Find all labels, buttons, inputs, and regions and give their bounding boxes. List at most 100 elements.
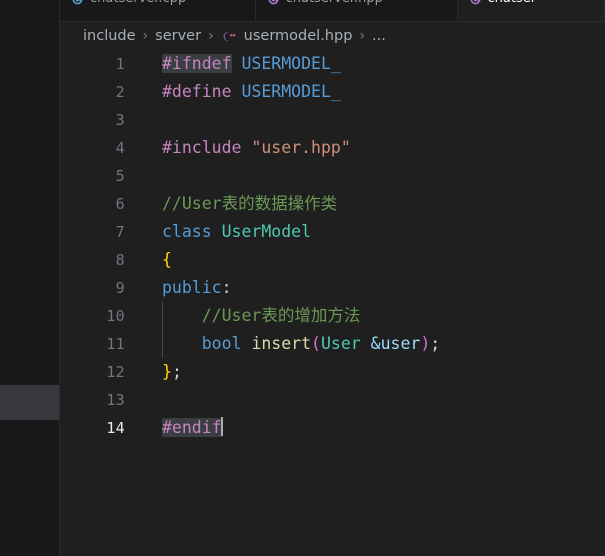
line-text: };	[162, 358, 605, 386]
code-token: ;	[171, 362, 182, 381]
code-token: //User表的增加方法	[162, 306, 361, 325]
line-text: public:	[162, 274, 605, 302]
line-text: //User表的增加方法	[162, 302, 605, 330]
line-number: 8	[115, 251, 125, 269]
code-token: #define	[162, 82, 232, 101]
line-number: 2	[115, 83, 125, 101]
line-number: 3	[115, 111, 125, 129]
breadcrumb-item-label: server	[155, 28, 202, 44]
line-number: 1	[115, 55, 125, 73]
code-token: class	[162, 222, 212, 241]
line-number: 9	[115, 279, 125, 297]
cpp-file-icon	[268, 0, 279, 5]
vscode-window: chatserver.cpp chatserver.hpp chatser incl…	[0, 0, 605, 556]
code-line[interactable]: 14 #endif	[61, 414, 605, 442]
code-line[interactable]: 13	[61, 386, 605, 414]
cpp-file-icon	[470, 0, 480, 5]
code-line[interactable]: 6 //User表的数据操作类	[61, 190, 605, 218]
breadcrumb-item-label: ...	[372, 28, 386, 44]
line-text	[162, 106, 605, 134]
code-line[interactable]: 11 bool insert(User &user);	[61, 330, 605, 358]
code-token: USERMODEL_	[241, 82, 341, 101]
code-token: &user	[370, 334, 421, 353]
breadcrumb-separator: ›	[359, 28, 366, 44]
code-token: USERMODEL_	[241, 54, 341, 73]
line-number: 4	[115, 139, 125, 157]
tab-label: chatser	[488, 0, 537, 10]
line-number: 10	[106, 307, 125, 325]
code-line[interactable]: 9 public:	[61, 274, 605, 302]
line-text: {	[162, 246, 605, 274]
code-line[interactable]: 7 class UserModel	[61, 218, 605, 246]
editor-tab-2[interactable]: chatser	[457, 0, 605, 21]
breadcrumb-item-0[interactable]: include	[83, 28, 136, 44]
line-number: 12	[106, 363, 125, 381]
line-text: #endif	[162, 414, 605, 442]
tab-label: chatserver.hpp	[286, 0, 383, 10]
breadcrumb: include › server › usermodel.hpp ›...	[61, 22, 605, 50]
breadcrumb-item-label: include	[83, 28, 136, 44]
line-text	[162, 162, 605, 190]
code-line[interactable]: 12};	[61, 358, 605, 386]
text-cursor	[220, 417, 223, 436]
code-token: UserModel	[221, 222, 312, 241]
line-text: #ifndef USERMODEL_	[162, 50, 605, 78]
code-token: bool	[201, 334, 242, 353]
code-token: "user.hpp"	[251, 138, 351, 157]
line-number: 14	[106, 419, 125, 437]
breadcrumb-separator: ›	[142, 28, 149, 44]
code-line[interactable]: 1 #ifndef USERMODEL_	[61, 50, 605, 78]
line-text: //User表的数据操作类	[162, 190, 605, 218]
line-text: bool insert(User &user);	[162, 330, 605, 358]
code-line[interactable]: 8{	[61, 246, 605, 274]
code-token: //User表的数据操作类	[162, 194, 338, 213]
cpp-language-icon	[223, 31, 236, 41]
code-line[interactable]: 4 #include "user.hpp"	[61, 134, 605, 162]
line-text: class UserModel	[162, 218, 605, 246]
line-number: 7	[115, 223, 125, 241]
code-token: }	[162, 362, 172, 381]
code-line[interactable]: 10 //User表的增加方法	[61, 302, 605, 330]
line-number: 6	[115, 195, 125, 213]
line-text: #include "user.hpp"	[162, 134, 605, 162]
code-token: {	[162, 250, 172, 269]
line-text: #define USERMODEL_	[162, 78, 605, 106]
editor-tab-bar: chatserver.cpp chatserver.hpp chatser	[60, 0, 605, 22]
line-text	[162, 386, 605, 414]
breadcrumb-item-3[interactable]: ...	[372, 28, 386, 44]
sidebar-highlighted-row[interactable]	[0, 385, 59, 420]
code-token: public	[162, 278, 222, 297]
code-token: User	[320, 334, 361, 353]
code-token: #endif	[162, 418, 222, 437]
line-number: 11	[106, 335, 125, 353]
code-token: #ifndef	[162, 54, 232, 73]
breadcrumb-item-2[interactable]: usermodel.hpp	[221, 28, 353, 44]
code-line[interactable]: 5	[61, 162, 605, 190]
code-token: ;	[430, 334, 441, 353]
side-bar-strip	[0, 0, 60, 556]
editor-tab-0[interactable]: chatserver.cpp	[60, 0, 256, 21]
breadcrumb-item-1[interactable]: server	[155, 28, 201, 44]
line-number: 5	[115, 167, 125, 185]
editor-tab-1[interactable]: chatserver.hpp	[256, 0, 458, 21]
code-line[interactable]: 3	[61, 106, 605, 134]
code-token: #include	[162, 138, 242, 157]
code-token: (	[311, 334, 321, 353]
code-token: insert	[251, 334, 312, 353]
breadcrumb-item-label: usermodel.hpp	[243, 28, 353, 44]
code-token: :	[221, 278, 232, 297]
cpp-file-icon	[72, 0, 83, 5]
code-line[interactable]: 2 #define USERMODEL_	[61, 78, 605, 106]
breadcrumb-separator: ›	[208, 28, 214, 44]
tab-label: chatserver.cpp	[90, 0, 186, 10]
code-token: )	[420, 334, 431, 353]
line-number: 13	[106, 391, 125, 409]
code-editor[interactable]: 1 #ifndef USERMODEL_ 2 #define USERMODEL_ 3 4…	[61, 50, 605, 556]
